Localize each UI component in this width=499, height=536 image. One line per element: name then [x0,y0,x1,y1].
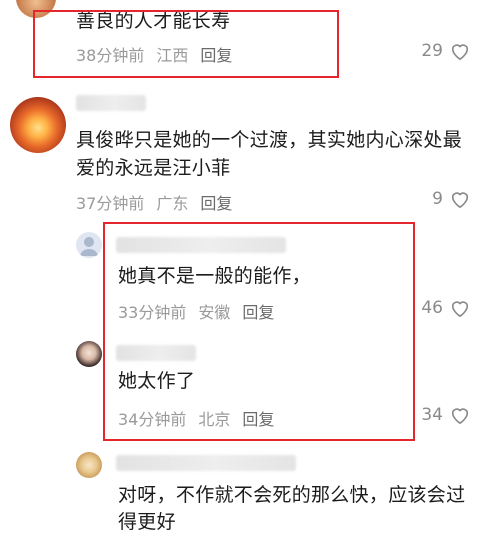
comment-meta: 37分钟前 广东 回复 [76,190,244,214]
avatar[interactable] [10,97,66,153]
comment-text: 具俊晔只是她的一个过渡，其实她内心深处最 [76,129,463,151]
heart-outline-icon [451,301,469,317]
heart-outline-icon [451,192,469,208]
reply-text: 得更好 [118,511,176,533]
like-count: 9 [432,189,443,209]
heart-outline-icon [451,408,469,424]
like-count: 46 [421,298,443,318]
like-button[interactable]: 29 [421,41,471,61]
username-blurred [116,455,296,471]
avatar[interactable] [76,452,102,478]
default-avatar-icon [80,237,98,256]
reply-text: 对呀，不作就不会死的那么快，应该会过 [118,484,466,506]
like-count: 34 [421,405,443,425]
like-button[interactable]: 46 [421,298,471,318]
like-button[interactable]: 9 [432,189,471,209]
reply-button[interactable]: 回复 [200,194,232,213]
username-blurred [76,95,146,111]
highlight-box [33,10,339,78]
comment-text: 爱的永远是汪小菲 [76,157,231,179]
comment-time: 37分钟前 [76,194,145,213]
heart-outline-icon [451,44,469,60]
avatar[interactable] [76,341,102,367]
avatar[interactable] [76,232,102,258]
highlight-box [103,222,415,441]
like-count: 29 [421,41,443,61]
like-button[interactable]: 34 [421,405,471,425]
comment-location: 广东 [156,194,189,213]
